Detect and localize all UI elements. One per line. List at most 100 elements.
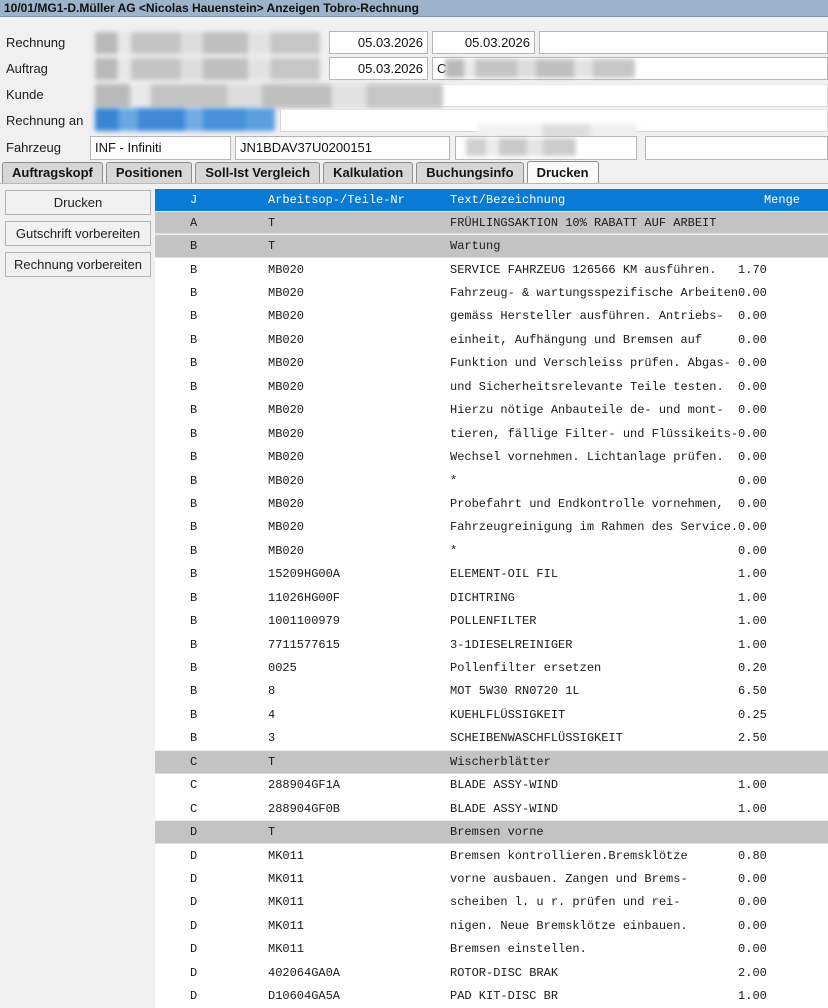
table-row[interactable]: BMB020Probefahrt und Endkontrolle vorneh… <box>155 492 828 515</box>
row-text: scheiben l. u r. prüfen und rei- <box>450 895 738 909</box>
row-text: POLLENFILTER <box>450 614 738 628</box>
row-qty: 0.00 <box>738 497 828 511</box>
table-section-row[interactable]: CTWischerblätter <box>155 750 828 773</box>
row-part-nr: T <box>268 825 450 839</box>
table-row[interactable]: BMB020Fahrzeug- & wartungsspezifische Ar… <box>155 281 828 304</box>
rechnung-extra-field[interactable] <box>539 31 828 54</box>
kunde-redacted <box>95 84 443 108</box>
tab-buchungsinfo[interactable]: Buchungsinfo <box>416 162 523 183</box>
tab-auftragskopf[interactable]: Auftragskopf <box>2 162 103 183</box>
table-row[interactable]: BMB020tieren, fällige Filter- und Flüssi… <box>155 422 828 445</box>
table-row[interactable]: DMK011vorne ausbauen. Zangen und Brems-0… <box>155 867 828 890</box>
row-j: B <box>155 427 268 441</box>
row-part-nr: MB020 <box>268 497 450 511</box>
tab-soll-ist-vergleich[interactable]: Soll-Ist Vergleich <box>195 162 320 183</box>
table-row[interactable]: DMK011Bremsen kontrollieren.Bremsklötze0… <box>155 844 828 867</box>
row-j: D <box>155 989 268 1003</box>
row-j: C <box>155 755 268 769</box>
row-text: Wartung <box>450 239 738 253</box>
row-part-nr: MB020 <box>268 263 450 277</box>
tab-positionen[interactable]: Positionen <box>106 162 192 183</box>
rechnung-number-redacted <box>95 32 320 54</box>
row-part-nr: MB020 <box>268 403 450 417</box>
table-row[interactable]: BMB020*0.00 <box>155 539 828 562</box>
table-row[interactable]: BMB020*0.00 <box>155 469 828 492</box>
table-row[interactable]: BMB020SERVICE FAHRZEUG 126566 KM ausführ… <box>155 258 828 281</box>
table-row[interactable]: B0025Pollenfilter ersetzen0.20 <box>155 656 828 679</box>
row-text: Bremsen vorne <box>450 825 738 839</box>
row-text: Funktion und Verschleiss prüfen. Abgas- <box>450 356 738 370</box>
table-section-row[interactable]: DTBremsen vorne <box>155 820 828 843</box>
row-j: B <box>155 239 268 253</box>
row-text: Fahrzeug- & wartungsspezifische Arbeiten <box>450 286 738 300</box>
table-row[interactable]: BMB020einheit, Aufhängung und Bremsen au… <box>155 328 828 351</box>
row-j: D <box>155 849 268 863</box>
table-section-row[interactable]: BTWartung <box>155 234 828 257</box>
fahrzeug-make-field[interactable]: INF - Infiniti <box>90 136 231 160</box>
row-text: SCHEIBENWASCHFLÜSSIGKEIT <box>450 731 738 745</box>
row-text: Wechsel vornehmen. Lichtanlage prüfen. <box>450 450 738 464</box>
table-section-row[interactable]: ATFRÜHLINGSAKTION 10% RABATT AUF ARBEIT <box>155 211 828 234</box>
row-qty: 0.00 <box>738 450 828 464</box>
row-text: ELEMENT-OIL FIL <box>450 567 738 581</box>
fahrzeug-vin-field[interactable]: JN1BDAV37U0200151 <box>235 136 450 160</box>
row-part-nr: 8 <box>268 684 450 698</box>
row-qty: 1.00 <box>738 778 828 792</box>
table-row[interactable]: BMB020Wechsel vornehmen. Lichtanlage prü… <box>155 445 828 468</box>
table-row[interactable]: BMB020und Sicherheitsrelevante Teile tes… <box>155 375 828 398</box>
table-row[interactable]: B4KUEHLFLÜSSIGKEIT0.25 <box>155 703 828 726</box>
table-header-row: J Arbeitsop-/Teile-Nr Text/Bezeichnung M… <box>155 189 828 211</box>
row-part-nr: MK011 <box>268 872 450 886</box>
auftrag-label: Auftrag <box>6 61 48 76</box>
row-j: B <box>155 497 268 511</box>
row-qty: 1.00 <box>738 989 828 1003</box>
table-row[interactable]: BMB020gemäss Hersteller ausführen. Antri… <box>155 305 828 328</box>
row-qty: 0.00 <box>738 309 828 323</box>
window-title: 10/01/MG1-D.Müller AG <Nicolas Hauenstei… <box>0 0 828 17</box>
row-j: D <box>155 942 268 956</box>
table-row[interactable]: B15209HG00AELEMENT-OIL FIL1.00 <box>155 563 828 586</box>
table-row[interactable]: DD10604GA5APAD KIT-DISC BR1.00 <box>155 984 828 1007</box>
positions-table: J Arbeitsop-/Teile-Nr Text/Bezeichnung M… <box>155 189 828 1008</box>
row-text: DICHTRING <box>450 591 738 605</box>
auftrag-number-redacted <box>95 58 320 80</box>
table-row[interactable]: C288904GF1ABLADE ASSY-WIND1.00 <box>155 774 828 797</box>
row-part-nr: 288904GF1A <box>268 778 450 792</box>
fahrzeug-extra-field[interactable] <box>645 136 828 160</box>
row-part-nr: 11026HG00F <box>268 591 450 605</box>
rechnung-an-selected-redacted <box>95 108 275 131</box>
drucken-button[interactable]: Drucken <box>5 190 151 215</box>
tab-kalkulation[interactable]: Kalkulation <box>323 162 413 183</box>
row-text: Fahrzeugreinigung im Rahmen des Service. <box>450 520 738 534</box>
row-qty: 0.25 <box>738 708 828 722</box>
rechnung-date2-field[interactable]: 05.03.2026 <box>432 31 535 54</box>
row-j: B <box>155 286 268 300</box>
table-row[interactable]: B77115776153-1DIESELREINIGER1.00 <box>155 633 828 656</box>
auftrag-date-field[interactable]: 05.03.2026 <box>329 57 428 80</box>
row-qty: 0.00 <box>738 544 828 558</box>
rechnung-date-field[interactable]: 05.03.2026 <box>329 31 428 54</box>
table-row[interactable]: BMB020Hierzu nötige Anbauteile de- und m… <box>155 399 828 422</box>
gutschrift-vorbereiten-button[interactable]: Gutschrift vorbereiten <box>5 221 151 246</box>
row-part-nr: MB020 <box>268 427 450 441</box>
table-row[interactable]: B8MOT 5W30 RN0720 1L6.50 <box>155 680 828 703</box>
table-row[interactable]: BMB020Funktion und Verschleiss prüfen. A… <box>155 352 828 375</box>
row-qty: 0.00 <box>738 520 828 534</box>
table-row[interactable]: B3SCHEIBENWASCHFLÜSSIGKEIT2.50 <box>155 727 828 750</box>
row-part-nr: MK011 <box>268 849 450 863</box>
row-part-nr: MB020 <box>268 356 450 370</box>
table-row[interactable]: DMK011scheiben l. u r. prüfen und rei-0.… <box>155 891 828 914</box>
table-row[interactable]: BMB020Fahrzeugreinigung im Rahmen des Se… <box>155 516 828 539</box>
rechnung-vorbereiten-button[interactable]: Rechnung vorbereiten <box>5 252 151 277</box>
row-j: B <box>155 614 268 628</box>
table-row[interactable]: B11026HG00FDICHTRING1.00 <box>155 586 828 609</box>
tab-drucken[interactable]: Drucken <box>527 161 599 183</box>
table-row[interactable]: B1001100979POLLENFILTER1.00 <box>155 609 828 632</box>
row-qty: 0.00 <box>738 474 828 488</box>
table-row[interactable]: DMK011Bremsen einstellen.0.00 <box>155 938 828 961</box>
table-row[interactable]: C288904GF0BBLADE ASSY-WIND1.00 <box>155 797 828 820</box>
table-row[interactable]: D402064GA0AROTOR-DISC BRAK2.00 <box>155 961 828 984</box>
table-row[interactable]: DMK011nigen. Neue Bremsklötze einbauen.0… <box>155 914 828 937</box>
row-qty: 0.00 <box>738 403 828 417</box>
row-qty: 0.20 <box>738 661 828 675</box>
